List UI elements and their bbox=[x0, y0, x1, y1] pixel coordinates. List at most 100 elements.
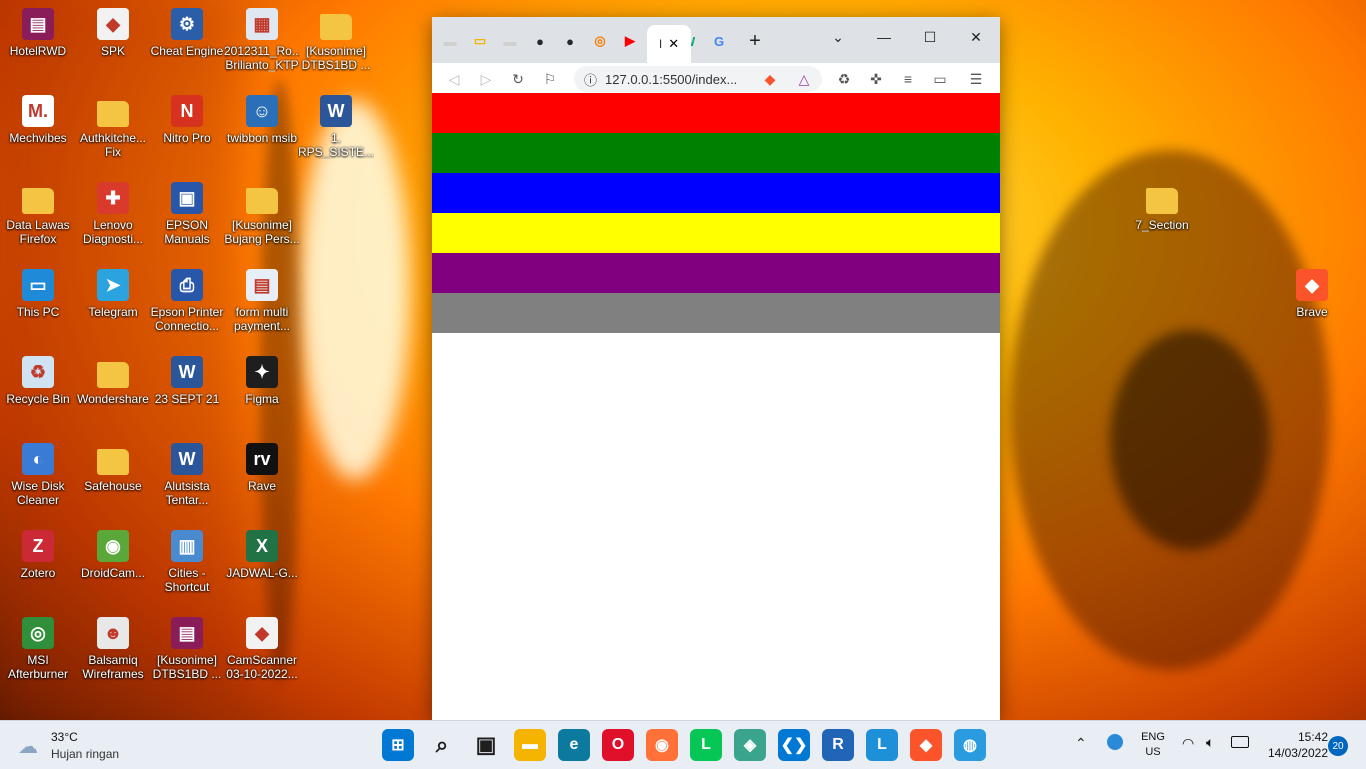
github-icon[interactable]: ● bbox=[526, 27, 554, 55]
desktop-icon[interactable]: Data Lawas Firefox bbox=[0, 182, 76, 246]
reload-icon[interactable]: ↻ bbox=[506, 68, 530, 90]
back-icon[interactable]: ◁ bbox=[442, 68, 466, 90]
line-icon[interactable]: L bbox=[690, 729, 722, 761]
clock[interactable]: 15:42 14/03/2022 bbox=[1258, 729, 1328, 761]
desktop-icon[interactable]: ▣ EPSON Manuals bbox=[149, 182, 225, 246]
clock-app-icon[interactable] bbox=[1107, 734, 1123, 750]
notification-badge[interactable]: 20 bbox=[1328, 736, 1348, 756]
browser-window[interactable]: ▬▭▬●●◎▶WG I ✕ + ⌄ — ☐ ✕ ◁ ▷ ↻ ⚐ ⓘ 127.0.… bbox=[432, 17, 1000, 720]
orange-app-icon[interactable]: ◎ bbox=[586, 27, 614, 55]
start-icon[interactable]: ⊞ bbox=[382, 729, 414, 761]
balsamiq-icon: ☻ bbox=[97, 617, 129, 649]
menu-icon[interactable]: ☰ bbox=[964, 68, 988, 90]
wallet-icon[interactable]: ▭ bbox=[928, 68, 952, 90]
tab-search-icon[interactable]: ⌄ bbox=[818, 23, 858, 51]
desktop-icon[interactable]: ✦ Figma bbox=[224, 356, 300, 406]
desktop-icon[interactable]: ⚙ Cheat Engine bbox=[149, 8, 225, 58]
desktop-icon-label: HotelRWD bbox=[9, 44, 67, 58]
desktop-icon[interactable]: ◉ DroidCam... bbox=[75, 530, 151, 580]
desktop-icon[interactable]: rv Rave bbox=[224, 443, 300, 493]
address-bar[interactable]: ⓘ 127.0.0.1:5500/index... bbox=[574, 66, 822, 92]
desktop-icon[interactable]: [Kusonime] Bujang Pers... bbox=[224, 182, 300, 246]
r-icon[interactable]: R bbox=[822, 729, 854, 761]
close-tab-icon[interactable]: ✕ bbox=[668, 36, 679, 52]
google-icon[interactable]: G bbox=[705, 27, 733, 55]
epson-manuals-icon: ▣ bbox=[171, 182, 203, 214]
desktop-icon[interactable]: ✚ Lenovo Diagnosti... bbox=[75, 182, 151, 246]
lang-region: US bbox=[1145, 746, 1161, 758]
desktop-icon[interactable]: ☻ Balsamiq Wireframes bbox=[75, 617, 151, 681]
desktop-icon[interactable]: ▤ [Kusonime] DTBS1BD ... bbox=[149, 617, 225, 681]
folder-icon bbox=[246, 188, 278, 214]
desktop-icon[interactable]: N Nitro Pro bbox=[149, 95, 225, 145]
battery-icon[interactable] bbox=[1231, 736, 1249, 748]
desktop-icon[interactable]: ▤ form multi payment... bbox=[224, 269, 300, 333]
desktop-icon[interactable]: ➤ Telegram bbox=[75, 269, 151, 319]
desktop-icon[interactable]: ▥ Cities - Shortcut bbox=[149, 530, 225, 594]
site-favicon-icon[interactable]: ▬ bbox=[496, 27, 524, 55]
desktop-icon[interactable]: ☺ twibbon msib bbox=[224, 95, 300, 145]
desktop-icon[interactable]: W 1. RPS_SISTE... bbox=[298, 95, 374, 159]
forward-icon[interactable]: ▷ bbox=[474, 68, 498, 90]
extensions-icon[interactable]: ✜ bbox=[864, 68, 888, 90]
desktop-icon[interactable]: M. Mechvibes bbox=[0, 95, 76, 145]
new-tab-button[interactable]: + bbox=[741, 27, 769, 55]
desktop-icon[interactable]: W Alutsista Tentar... bbox=[149, 443, 225, 507]
youtube-icon[interactable]: ▶ bbox=[616, 27, 644, 55]
wise-disk-cleaner-icon: ◐ bbox=[22, 443, 54, 475]
desktop-icon[interactable]: X JADWAL-G... bbox=[224, 530, 300, 580]
brave-icon[interactable]: ◆ bbox=[910, 729, 942, 761]
droidcam-icon: ◉ bbox=[97, 530, 129, 562]
vscode-icon[interactable]: ❮❯ bbox=[778, 729, 810, 761]
edge-icon[interactable]: e bbox=[558, 729, 590, 761]
desktop-icon[interactable]: ◆ Brave bbox=[1274, 269, 1350, 319]
desktop-icon[interactable]: [Kusonime] DTBS1BD ... bbox=[298, 8, 374, 72]
app-green-icon[interactable]: ◈ bbox=[734, 729, 766, 761]
word-doc-icon: W bbox=[320, 95, 352, 127]
desktop-icon[interactable]: Safehouse bbox=[75, 443, 151, 493]
google-slides-icon[interactable]: ▭ bbox=[466, 27, 494, 55]
desktop-icon[interactable]: Wondershare bbox=[75, 356, 151, 406]
weather-widget[interactable]: ☁ 33°C Hujan ringan bbox=[18, 730, 128, 762]
desktop-icon[interactable]: Authkitche... Fix bbox=[75, 95, 151, 159]
close-window-button[interactable]: ✕ bbox=[956, 23, 996, 51]
desktop-icon[interactable]: ▦ 2012311_Ro... Brilianto_KTP bbox=[224, 8, 300, 72]
github-icon[interactable]: ● bbox=[556, 27, 584, 55]
tab-active[interactable]: I ✕ bbox=[647, 25, 691, 63]
brave-rewards-icon[interactable]: △ bbox=[792, 68, 816, 90]
media-queue-icon[interactable]: ≡ bbox=[896, 68, 920, 90]
bookmark-icon[interactable]: ⚐ bbox=[538, 68, 562, 90]
minimize-button[interactable]: — bbox=[864, 23, 904, 51]
globe-app-icon[interactable]: ◍ bbox=[954, 729, 986, 761]
file-explorer-icon[interactable]: ▬ bbox=[514, 729, 546, 761]
brave-shields-icon[interactable]: ◆ bbox=[758, 68, 782, 90]
desktop-icon[interactable]: ▭ This PC bbox=[0, 269, 76, 319]
desktop-icon[interactable]: ▤ HotelRWD bbox=[0, 8, 76, 58]
opera-icon[interactable]: O bbox=[602, 729, 634, 761]
search-icon[interactable]: ⌕ bbox=[426, 729, 458, 761]
recycle-extension-icon[interactable]: ♻ bbox=[832, 68, 856, 90]
desktop-icon-label: EPSON Manuals bbox=[164, 218, 210, 246]
chevron-up-icon[interactable]: ⌃ bbox=[1075, 735, 1087, 752]
desktop-icon[interactable]: ◐ Wise Disk Cleaner bbox=[0, 443, 76, 507]
desktop-icon-label: Wise Disk Cleaner bbox=[11, 479, 65, 507]
nitro-pro-icon: N bbox=[171, 95, 203, 127]
volume-icon[interactable]: 🔈︎ bbox=[1206, 734, 1214, 751]
l-app-icon[interactable]: L bbox=[866, 729, 898, 761]
desktop-icon[interactable]: ⎙ Epson Printer Connectio... bbox=[149, 269, 225, 333]
desktop-icon[interactable]: ♻ Recycle Bin bbox=[0, 356, 76, 406]
site-info-icon[interactable]: ⓘ bbox=[584, 70, 597, 89]
maximize-button[interactable]: ☐ bbox=[910, 23, 950, 51]
desktop-icon-label: Figma bbox=[245, 392, 279, 406]
desktop-icon[interactable]: 7_Section bbox=[1124, 182, 1200, 232]
language-indicator[interactable]: ENG US bbox=[1136, 730, 1170, 760]
desktop-icon[interactable]: ◆ SPK bbox=[75, 8, 151, 58]
firefox-icon[interactable]: ◉ bbox=[646, 729, 678, 761]
wifi-icon[interactable]: ◠ bbox=[1182, 735, 1194, 752]
desktop-icon[interactable]: W 23 SEPT 21 bbox=[149, 356, 225, 406]
desktop-icon[interactable]: Z Zotero bbox=[0, 530, 76, 580]
task-view-icon[interactable]: ▣ bbox=[470, 729, 502, 761]
desktop-icon[interactable]: ◎ MSI Afterburner bbox=[0, 617, 76, 681]
desktop-icon[interactable]: ◆ CamScanner 03-10-2022... bbox=[224, 617, 300, 681]
site-favicon-icon[interactable]: ▬ bbox=[436, 27, 464, 55]
